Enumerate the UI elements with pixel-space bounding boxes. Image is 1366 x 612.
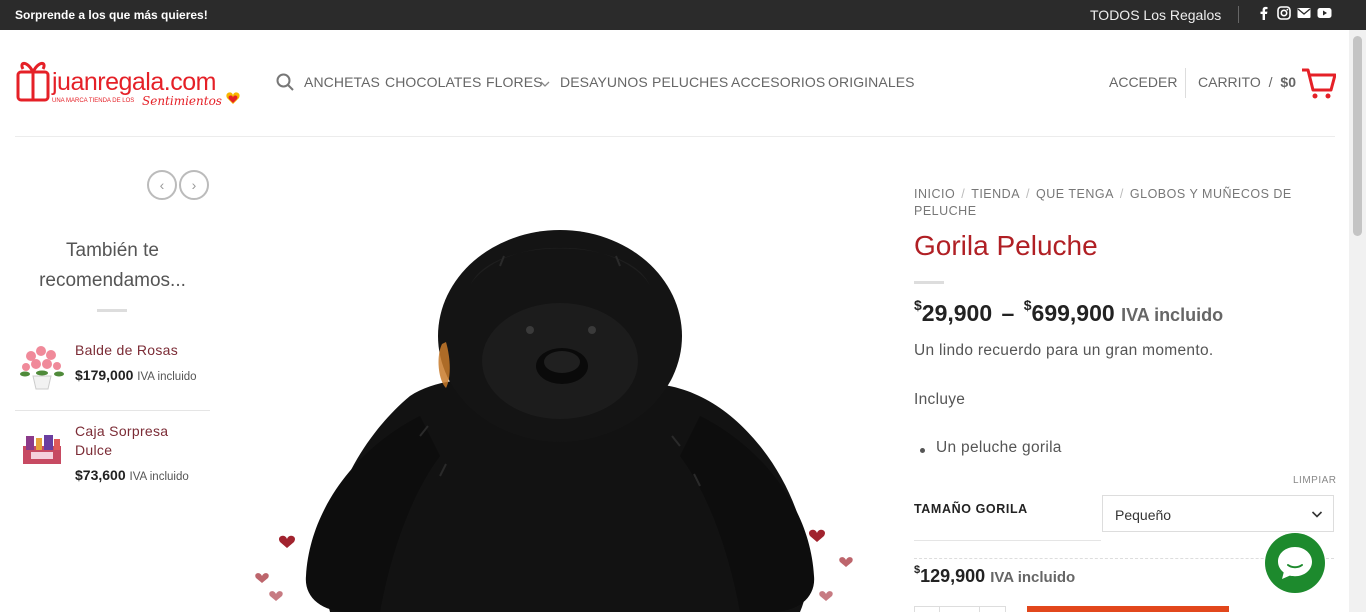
rec-price-iva: IVA incluido [137,371,197,383]
rec-divider [15,410,210,411]
rec-name-caja-sorpresa[interactable]: Caja Sorpresa Dulce [75,422,205,460]
cart-amount: $0 [1280,74,1296,90]
price-iva: IVA incluido [1121,305,1224,325]
logo-script: Sentimientos [142,94,222,108]
cart-separator: / [1268,74,1273,90]
variation-price-value: 129,900 [920,566,986,586]
rec-price-balde-rosas: $179,000 IVA incluido [75,367,197,383]
search-icon[interactable] [276,73,294,91]
header-divider [1185,68,1186,98]
youtube-icon[interactable] [1317,6,1332,20]
mail-icon[interactable] [1297,6,1311,20]
breadcrumb-inicio[interactable]: INICIO [914,187,955,201]
rec-thumb-caja-sorpresa[interactable] [17,426,67,476]
rec-thumb-balde-rosas[interactable] [17,340,67,390]
product-image[interactable] [240,176,880,612]
qty-divider [979,607,980,612]
size-select-value: Pequeño [1115,507,1172,523]
rec-price-value: $179,000 [75,367,134,383]
cart-link[interactable]: CARRITO / $0 [1198,74,1296,90]
breadcrumb: INICIO / TIENDA / QUE TENGA / GLOBOS Y MUÑECOS… [914,187,1292,218]
includes-label: Incluye [914,391,966,408]
breadcrumb-que-tenga[interactable]: QUE TENGA [1036,187,1114,201]
nav-accesorios[interactable]: ACCESORIOS [731,74,825,90]
recommend-title: También te recomendamos... [39,240,186,291]
price-dash: – [1001,300,1015,326]
top-bar: Sorprende a los que más quieres! TODOS L… [0,0,1366,30]
short-description: Un lindo recuerdo para un gran momento. [914,342,1214,359]
size-select[interactable]: Pequeño [1102,495,1334,532]
login-link[interactable]: ACCEDER [1109,74,1177,90]
nav-desayunos[interactable]: DESAYUNOS [560,74,648,90]
quantity-stepper[interactable] [914,606,1006,612]
nav-chocolates[interactable]: CHOCOLATES [385,74,481,90]
logo-tagline: UNA MARCA TIENDA DE LOS [52,98,134,104]
nav-originales[interactable]: ORIGINALES [828,74,915,90]
variation-divider [914,540,1101,541]
logo-wordmark: juanregala.com [51,68,216,96]
nav-peluches[interactable]: PELUCHES [652,74,728,90]
facebook-icon[interactable] [1257,6,1271,20]
nav-anchetas[interactable]: ANCHETAS [304,74,380,90]
currency-symbol: $ [914,564,921,576]
chat-button[interactable] [1265,533,1325,593]
scrollbar-thumb[interactable] [1353,36,1362,236]
title-divider [914,281,944,284]
includes-item: Un peluche gorila [936,439,1062,456]
product-title: Gorila Peluche [914,230,1098,261]
variation-price: $129,900 IVA incluido [914,564,1076,587]
currency-symbol: $ [1023,297,1032,313]
chevron-down-icon [1311,507,1323,519]
carousel-next-button[interactable]: › [179,170,209,200]
chevron-down-icon [540,76,550,87]
title-divider [97,309,127,312]
instagram-icon[interactable] [1277,6,1291,20]
topbar-divider [1238,6,1239,23]
chat-bubble-icon [1278,547,1312,579]
rec-price-caja-sorpresa: $73,600 IVA incluido [75,467,189,483]
clear-variation-link[interactable]: LIMPIAR [1293,475,1337,486]
site-logo[interactable]: juanregala.com UNA MARCA TIENDA DE LOS S… [16,58,248,110]
all-gifts-link[interactable]: TODOS Los Regalos [1090,7,1221,23]
rec-price-value: $73,600 [75,467,126,483]
currency-symbol: $ [914,297,922,313]
carousel-prev-button[interactable]: ‹ [147,170,177,200]
header-divider-line [15,136,1335,137]
qty-divider [939,607,940,612]
rec-price-iva: IVA incluido [129,471,189,483]
price-range: $29,900 – $699,900 IVA incluido [914,297,1224,327]
rec-name-balde-rosas[interactable]: Balde de Rosas [75,341,178,360]
variation-label: TAMAÑO GORILA [914,502,1028,516]
page-scrollbar[interactable] [1349,30,1366,612]
breadcrumb-tienda[interactable]: TIENDA [971,187,1020,201]
price-max: 699,900 [1031,300,1115,326]
nav-flores[interactable]: FLORES [486,74,543,90]
bullet [920,448,925,453]
price-min: 29,900 [921,300,993,326]
promo-text: Sorprende a los que más quieres! [15,8,208,22]
cart-icon[interactable] [1300,66,1337,100]
variation-price-iva: IVA incluido [990,569,1076,586]
add-to-cart-button[interactable] [1027,606,1229,612]
cart-label: CARRITO [1198,74,1261,90]
